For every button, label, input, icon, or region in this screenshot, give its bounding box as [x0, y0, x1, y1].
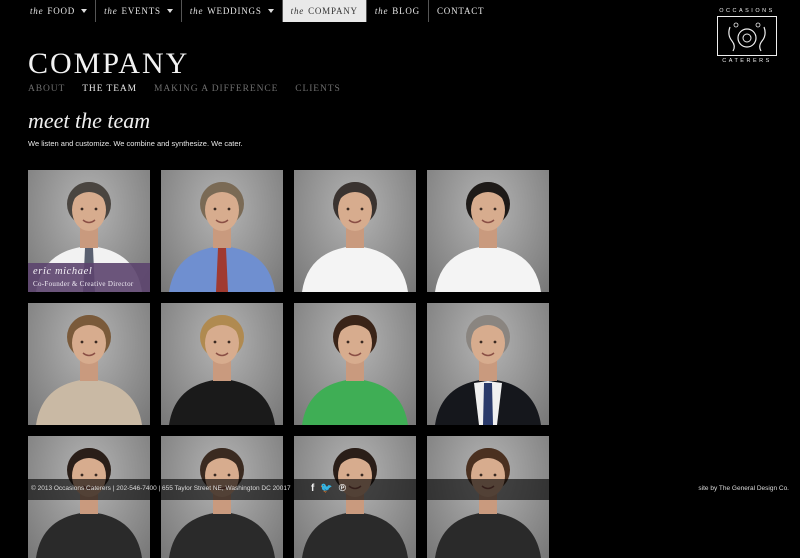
- footer-copyright: © 2013 Occasions Caterers | 202-546-7400…: [31, 485, 291, 492]
- team-member-photo[interactable]: [161, 303, 283, 425]
- portrait-image: [302, 315, 408, 425]
- subnav-making-a-difference[interactable]: MAKING A DIFFERENCE: [154, 84, 278, 94]
- nav-item-prefix: the: [104, 6, 118, 16]
- team-member-role: Co-Founder & Creative Director: [33, 280, 134, 288]
- portrait-image: [435, 182, 541, 292]
- nav-item-food[interactable]: the FOOD: [22, 0, 97, 22]
- subnav-clients[interactable]: CLIENTS: [295, 84, 340, 94]
- nav-item-company[interactable]: the COMPANY: [282, 0, 367, 22]
- portrait-image: [169, 315, 275, 425]
- logo-emblem: [717, 16, 777, 56]
- team-member-name: eric michael: [33, 266, 93, 277]
- portrait-image: [302, 182, 408, 292]
- pinterest-icon[interactable]: ℗: [339, 483, 346, 494]
- facebook-icon[interactable]: f: [311, 483, 314, 494]
- team-member-photo[interactable]: [294, 303, 416, 425]
- portrait-image: [435, 315, 541, 425]
- nav-item-label: EVENTS: [121, 6, 161, 16]
- page-title: COMPANY: [28, 47, 190, 80]
- nav-item-events[interactable]: the EVENTS: [96, 0, 182, 22]
- team-member-photo[interactable]: [28, 303, 150, 425]
- subnav-the-team[interactable]: THE TEAM: [82, 84, 137, 94]
- nav-item-prefix: the: [30, 6, 44, 16]
- nav-item-label: WEDDINGS: [207, 6, 262, 16]
- logo-dish-icon: [728, 22, 766, 52]
- caret-down-icon: [267, 9, 274, 13]
- section-heading: meet the team: [28, 108, 151, 133]
- nav-item-label: CONTACT: [436, 6, 485, 16]
- team-member-caption: eric michael Co-Founder & Creative Direc…: [28, 263, 150, 292]
- site-logo[interactable]: OCCASIONS CATERERS: [715, 8, 779, 66]
- nav-item-label: BLOG: [392, 6, 420, 16]
- caret-down-icon: [166, 9, 173, 13]
- nav-item-prefix: the: [374, 6, 389, 16]
- team-member-photo[interactable]: [427, 170, 549, 292]
- team-member-photo[interactable]: [427, 303, 549, 425]
- team-member-photo[interactable]: [294, 170, 416, 292]
- nav-item-weddings[interactable]: the WEDDINGS: [182, 0, 283, 22]
- nav-item-label: COMPANY: [308, 6, 358, 16]
- nav-item-prefix: the: [290, 6, 305, 16]
- intro-text: We listen and customize. We combine and …: [28, 139, 243, 148]
- nav-item-blog[interactable]: the BLOG: [367, 0, 429, 22]
- nav-item-contact[interactable]: CONTACT: [429, 0, 492, 22]
- caret-down-icon: [81, 9, 88, 13]
- team-member-photo[interactable]: [161, 170, 283, 292]
- section-subnav: ABOUT THE TEAM MAKING A DIFFERENCE CLIEN…: [28, 84, 341, 94]
- subnav-about[interactable]: ABOUT: [28, 84, 65, 94]
- logo-wordmark-bottom: CATERERS: [722, 58, 772, 64]
- nav-item-label: FOOD: [47, 6, 76, 16]
- site-credit-link[interactable]: site by The General Design Co.: [698, 485, 789, 492]
- portrait-image: [169, 182, 275, 292]
- nav-item-prefix: the: [189, 6, 204, 16]
- footer-bar: © 2013 Occasions Caterers | 202-546-7400…: [0, 479, 800, 500]
- social-links: f 🐦 ℗: [311, 483, 346, 494]
- portrait-image: [36, 315, 142, 425]
- main-nav: the FOOD the EVENTS the WEDDINGS the COM…: [22, 0, 492, 22]
- logo-wordmark-top: OCCASIONS: [719, 8, 775, 14]
- twitter-icon[interactable]: 🐦: [320, 483, 332, 494]
- team-member-photo[interactable]: eric michael Co-Founder & Creative Direc…: [28, 170, 150, 292]
